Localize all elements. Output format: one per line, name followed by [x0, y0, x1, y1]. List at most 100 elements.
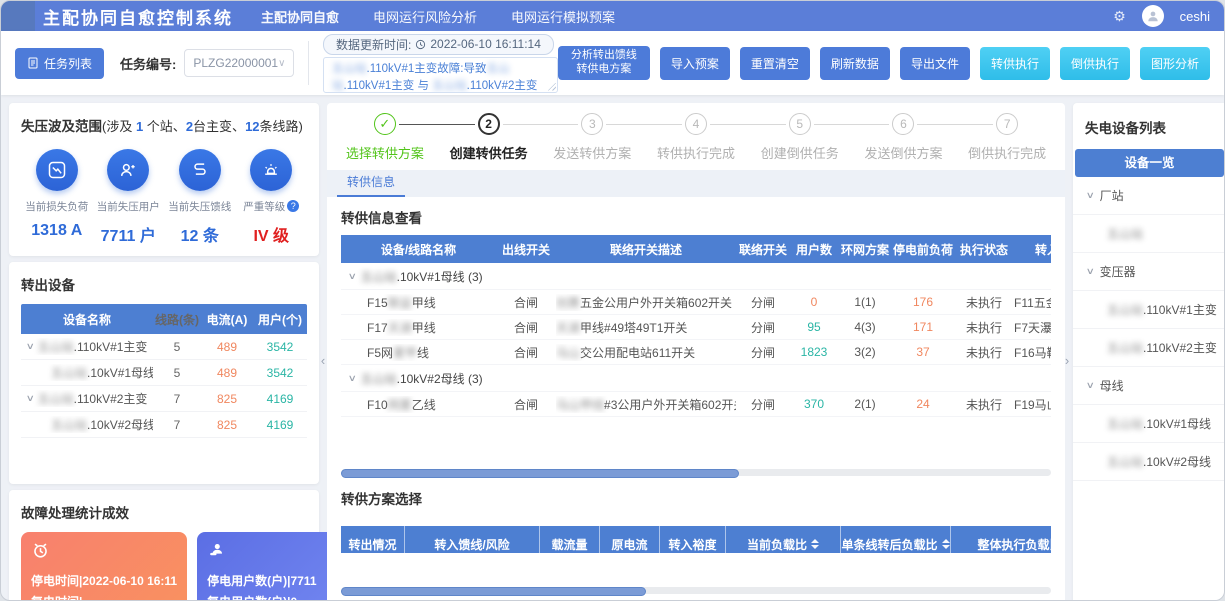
group-row-bus2[interactable]: ∨ 五山站.10kV#2母线 (3): [341, 365, 1051, 392]
horizontal-scrollbar[interactable]: [341, 587, 1051, 594]
fault-stats-title: 故障处理统计成效: [21, 502, 307, 522]
tree-item[interactable]: 五山站: [1073, 215, 1224, 253]
sortable-header[interactable]: 整体执行负载比: [951, 526, 1051, 553]
reset-clear-button[interactable]: 重置清空: [740, 47, 810, 80]
step-3-send-plan[interactable]: 3 发送转供方案: [540, 113, 644, 162]
step-number: 2: [478, 113, 500, 135]
metric-label: 严重等级?: [236, 199, 308, 214]
group-name: 五山站.10kV#2母线 (3): [361, 370, 483, 387]
device-name: 五山站.10kV#2母线: [51, 416, 153, 433]
task-list-button[interactable]: 任务列表: [15, 48, 104, 79]
app-window: 主配协同自愈控制系统 主配协同自愈 电网运行风险分析 电网运行模拟预案 ⚙ ce…: [0, 0, 1225, 601]
stat-line: 复电用户数(户)|0: [207, 592, 326, 601]
table-header-row: 设备/线路名称 出线开关 联络开关描述 联络开关 用户数 环网方案 停电前负荷 …: [341, 235, 1051, 263]
impact-title-seg: (涉及: [102, 119, 136, 134]
stat-line: 复电时间|: [31, 592, 177, 601]
step-label: 创建转供任务: [437, 143, 541, 162]
divider: [308, 41, 309, 85]
table-row[interactable]: F10网夏乙线 合闸 马山甲线#3公用户外开关箱602开关 分闸 370 2(1…: [341, 392, 1051, 417]
transfer-out-title: 转出设备: [21, 274, 307, 294]
step-wizard: ✓ 选择转供方案 2 创建转供任务 3 发送转供方案 4 转供执行完成 5: [327, 103, 1065, 170]
device-list-title: 失电设备列表: [1073, 117, 1224, 149]
device-name: 五山站.110kV#2主变: [38, 390, 148, 407]
caret-down-icon[interactable]: ∨: [26, 341, 35, 352]
sortable-header[interactable]: 单条线转后负载比: [841, 526, 951, 553]
table-row[interactable]: F5网夏甲线 合闸 马山交公用配电站611开关 分闸 1823 3(2) 37 …: [341, 340, 1051, 365]
tree-group-bus[interactable]: ∨ 母线: [1073, 367, 1224, 405]
gear-icon[interactable]: ⚙: [1113, 8, 1126, 25]
sort-icon[interactable]: [942, 539, 950, 549]
caret-down-icon[interactable]: ∨: [26, 393, 35, 404]
nav-item-risk-analysis[interactable]: 电网运行风险分析: [373, 7, 477, 26]
refresh-data-button[interactable]: 刷新数据: [820, 47, 890, 80]
nav-item-self-healing[interactable]: 主配协同自愈: [261, 7, 339, 26]
help-icon[interactable]: ?: [287, 200, 299, 212]
transfer-out-table: 设备名称 线路(条) 电流(A) 用户(个) ∨五山站.110kV#1主变 5 …: [21, 304, 307, 476]
clock-icon: [415, 39, 426, 50]
table-header-row: 设备名称 线路(条) 电流(A) 用户(个): [21, 304, 307, 334]
step-1-select-plan[interactable]: ✓ 选择转供方案: [333, 113, 437, 162]
table-row[interactable]: ∨五山站.110kV#2主变 7 825 4169: [21, 386, 307, 412]
toolbar-buttons: 分析转出馈线转供电方案 导入预案 重置清空 刷新数据 导出文件 转供执行 倒供执…: [558, 46, 1214, 80]
data-update-time: 数据更新时间: 2022-06-10 16:11:14: [323, 34, 554, 55]
sortable-header[interactable]: 当前负载比: [726, 526, 841, 553]
col-users: 用户(个): [253, 311, 307, 328]
table-row[interactable]: 五山站.10kV#2母线 7 825 4169: [21, 412, 307, 438]
update-time-value: 2022-06-10 16:11:14: [430, 37, 541, 51]
step-4-transfer-done[interactable]: 4 转供执行完成: [644, 113, 748, 162]
sort-icon[interactable]: [811, 539, 819, 549]
nav-item-simulation-plan[interactable]: 电网运行模拟预案: [511, 7, 615, 26]
plan-select-title: 转供方案选择: [341, 488, 1051, 508]
metric-value: 7711 户: [93, 222, 165, 246]
caret-down-icon[interactable]: ∨: [348, 271, 357, 282]
table-row[interactable]: 五山站.10kV#1母线 5 489 3542: [21, 360, 307, 386]
step-5-create-restore-task[interactable]: 5 创建倒供任务: [748, 113, 852, 162]
device-overview-bar[interactable]: 设备一览: [1075, 149, 1224, 177]
impact-scope-panel: 失压波及范围(涉及 1 个站、2台主变、12条线路) 当前损失负荷 1318 A: [9, 103, 319, 256]
collapse-right-arrow[interactable]: ›: [1061, 343, 1073, 377]
step-label: 倒供执行完成: [955, 143, 1059, 162]
table-row[interactable]: F15联益甲线 合闸 创惠五金公用户外开关箱602开关 分闸 0 1(1) 17…: [341, 290, 1051, 315]
export-file-button[interactable]: 导出文件: [900, 47, 970, 80]
main-area: 失压波及范围(涉及 1 个站、2台主变、12条线路) 当前损失负荷 1318 A: [1, 95, 1224, 601]
transfer-execute-button[interactable]: 转供执行: [980, 47, 1050, 80]
tree-item[interactable]: 五山站.10kV#1母线: [1073, 405, 1224, 443]
fault-stats-panel: 故障处理统计成效 停电时间|2022-06-10 16:11 复电时间| 停电用…: [9, 490, 319, 601]
restore-execute-button[interactable]: 倒供执行: [1060, 47, 1130, 80]
line-name: F17天湖甲线: [341, 319, 496, 336]
document-list-icon: [27, 57, 39, 69]
group-name: 五山站.10kV#1母线 (3): [361, 268, 483, 285]
step-label: 创建倒供任务: [748, 143, 852, 162]
task-no-select[interactable]: PLZG22000001 ∨: [184, 49, 294, 77]
step-7-restore-done[interactable]: 7 倒供执行完成: [955, 113, 1059, 162]
step-2-create-task[interactable]: 2 创建转供任务: [437, 113, 541, 162]
tree-group-station[interactable]: ∨ 厂站: [1073, 177, 1224, 215]
impact-title-main: 失压波及范围: [21, 119, 102, 134]
tree-item[interactable]: 五山站.110kV#1主变: [1073, 291, 1224, 329]
graph-analysis-button[interactable]: 图形分析: [1140, 47, 1210, 80]
collapse-left-arrow[interactable]: ‹: [317, 343, 329, 377]
step-label: 转供执行完成: [644, 143, 748, 162]
step-6-send-restore-plan[interactable]: 6 发送倒供方案: [852, 113, 956, 162]
tab-transfer-info[interactable]: 转供信息: [337, 169, 405, 197]
impact-title-seg: 个站、: [143, 119, 186, 134]
table-row[interactable]: F17天湖甲线 合闸 天湖甲线#49塔49T1开关 分闸 95 4(3) 171…: [341, 315, 1051, 340]
caret-down-icon[interactable]: ∨: [348, 373, 357, 384]
group-row-bus1[interactable]: ∨ 五山站.10kV#1母线 (3): [341, 263, 1051, 290]
impact-metrics: 当前损失负荷 1318 A 当前失压用户 7711 户: [21, 149, 307, 246]
tree-item[interactable]: 五山站.10kV#2母线: [1073, 443, 1224, 481]
load-decline-icon: [36, 149, 78, 191]
step-number: 4: [685, 113, 707, 135]
tree-group-transformer[interactable]: ∨ 变压器: [1073, 253, 1224, 291]
avatar[interactable]: [1142, 5, 1164, 27]
device-name: 五山站.10kV#1母线: [51, 364, 153, 381]
analyze-transfer-plan-button[interactable]: 分析转出馈线转供电方案: [558, 46, 650, 80]
tree-item[interactable]: 五山站.110kV#2主变: [1073, 329, 1224, 367]
feeder-line-icon: [179, 149, 221, 191]
fault-description-textarea[interactable]: 五山站.110kV#1主变故障:导致五山站.110kV#1主变 与 五山站.11…: [323, 57, 558, 93]
scrollbar-thumb[interactable]: [341, 469, 739, 478]
table-row[interactable]: ∨五山站.110kV#1主变 5 489 3542: [21, 334, 307, 360]
import-plan-button[interactable]: 导入预案: [660, 47, 730, 80]
scrollbar-thumb[interactable]: [341, 587, 646, 596]
horizontal-scrollbar[interactable]: [341, 469, 1051, 476]
